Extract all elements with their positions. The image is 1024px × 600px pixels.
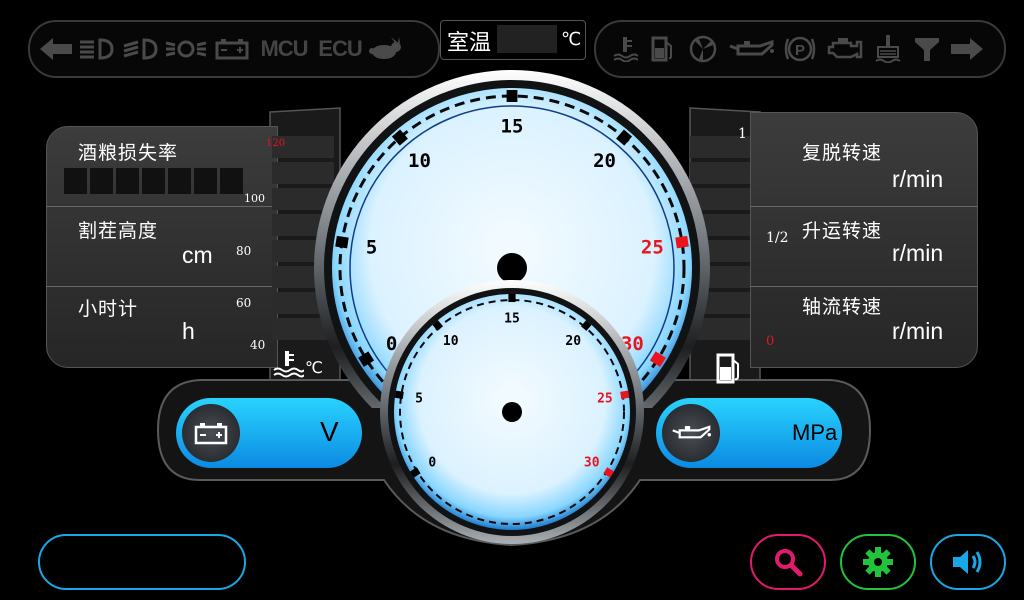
search-button[interactable] [750, 534, 826, 590]
sub-gauge-label: 15 [504, 312, 520, 327]
main-gauge-label: 20 [593, 150, 616, 172]
gear-icon [863, 547, 893, 577]
axial-speed-unit: r/min [892, 318, 944, 344]
left-panel-divider-1 [46, 206, 278, 207]
fuel-gauge-icon [716, 352, 742, 388]
right-panel-divider-2 [750, 286, 978, 287]
temp-tick-80: 80 [236, 244, 252, 258]
search-icon [775, 549, 803, 577]
sub-gauge-label: 30 [584, 455, 600, 470]
left-panel-divider-2 [46, 286, 278, 287]
temp-tick-100: 100 [244, 192, 265, 205]
elevator-speed-unit: r/min [892, 240, 944, 266]
main-gauge-label: 10 [408, 150, 431, 172]
main-gauge-major-tick [675, 235, 689, 249]
hour-meter-label: 小时计 [78, 298, 139, 320]
sub-gauge-major-tick [603, 467, 614, 478]
grain-loss-label: 酒粮损失率 [78, 142, 179, 164]
settings-button[interactable] [840, 534, 916, 590]
sub-gauge-major-tick [620, 390, 630, 399]
water-temp-gauge-icon [272, 350, 305, 382]
voltage-display: V [176, 398, 362, 468]
temp-tick-120: 120 [266, 138, 286, 149]
temp-tick-40: 40 [250, 338, 266, 352]
main-gauge-major-tick [616, 129, 633, 146]
elevator-speed-label: 升运转速 [802, 220, 883, 242]
sub-gauge-label: 20 [565, 334, 581, 349]
sub-gauge: 0 5 10 15 20 25 30 [380, 280, 644, 544]
sub-gauge-major-tick [410, 467, 421, 478]
right-panel-divider-1 [750, 206, 978, 207]
message-bar[interactable] [38, 534, 246, 590]
oil-pressure-display: MPa [656, 398, 842, 468]
main-gauge-major-tick [358, 351, 375, 367]
axial-speed-label: 轴流转速 [802, 296, 883, 318]
rethresh-speed-unit: r/min [892, 166, 944, 192]
sub-gauge-hub [502, 402, 522, 422]
main-gauge-label: 15 [501, 116, 524, 138]
main-gauge-label: 5 [366, 236, 377, 258]
oil-icon-disc [662, 404, 720, 462]
main-gauge-label: 25 [641, 236, 664, 258]
oil-pressure-unit: MPa [792, 420, 838, 445]
sub-gauge-label: 0 [428, 455, 436, 470]
sub-gauge-major-tick [580, 320, 592, 331]
stubble-height-unit: cm [182, 242, 213, 268]
oil-can-icon [672, 425, 711, 439]
main-gauge-major-tick [335, 235, 349, 249]
sub-gauge-label: 25 [597, 391, 613, 406]
grain-loss-bar [64, 168, 243, 194]
fuel-tick-empty: 0 [766, 334, 775, 349]
rethresh-speed-label: 复脱转速 [802, 142, 883, 164]
main-gauge-major-tick [649, 351, 666, 367]
volume-button[interactable] [930, 534, 1006, 590]
fuel-tick-full: 1 [738, 126, 747, 142]
voltage-icon-disc [182, 404, 240, 462]
voltage-unit: V [320, 416, 339, 447]
sub-gauge-major-tick [432, 320, 444, 331]
stubble-height-label: 割茬高度 [78, 220, 159, 242]
fuel-tick-half: 1/2 [766, 230, 789, 246]
volume-icon [953, 550, 982, 574]
temp-tick-60: 60 [236, 296, 252, 310]
sub-gauge-label: 10 [443, 334, 459, 349]
battery-icon [194, 423, 228, 445]
sub-gauge-label: 5 [415, 391, 423, 406]
main-gauge-major-tick [391, 129, 408, 146]
hour-meter-unit: h [182, 318, 195, 344]
sub-gauge-major-tick [394, 390, 404, 399]
